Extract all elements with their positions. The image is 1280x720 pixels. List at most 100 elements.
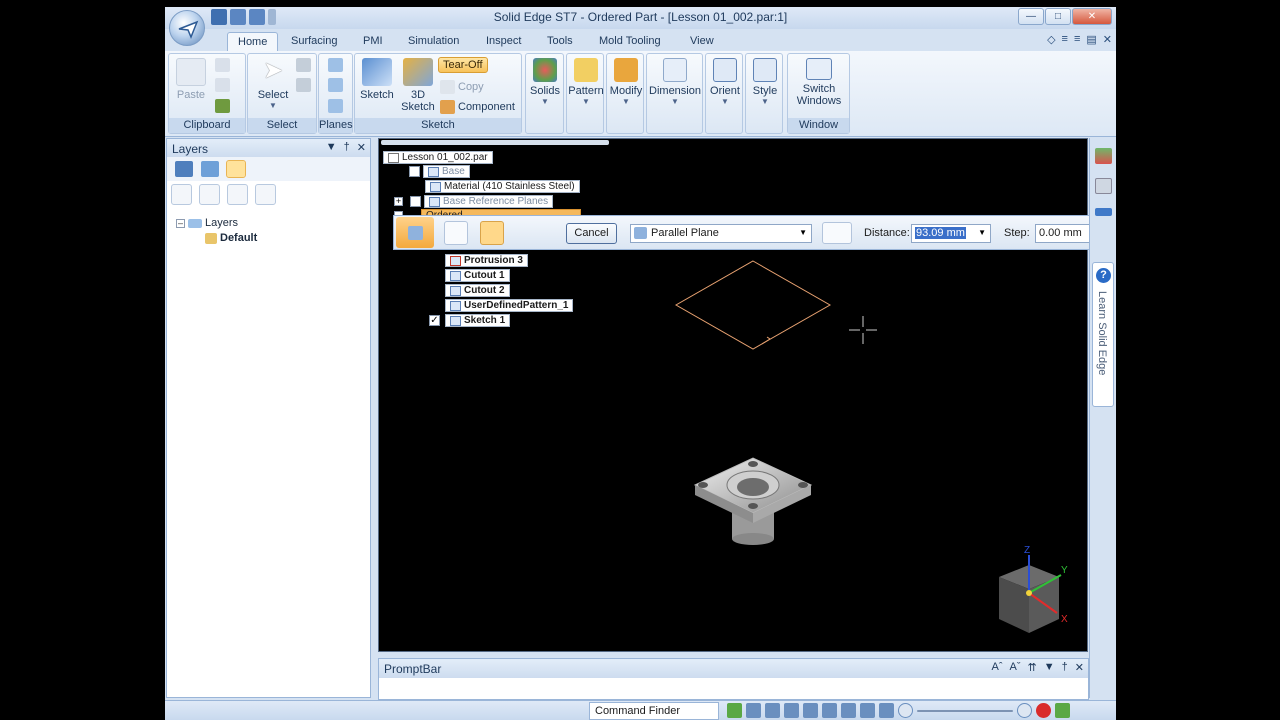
pathfinder-base-reference-planes[interactable]: + Base Reference Planes	[394, 195, 554, 208]
orientation-button[interactable]	[822, 222, 852, 244]
application-button[interactable]	[169, 10, 205, 46]
pathfinder-sketch[interactable]: ✓ Sketch 1	[429, 314, 511, 327]
close-doc-icon[interactable]: ✕	[1103, 33, 1112, 46]
pathfinder-resize-handle[interactable]	[381, 140, 609, 145]
finish-step-button[interactable]	[536, 221, 560, 245]
minimize-button[interactable]: —	[1018, 8, 1044, 25]
font-increase-icon[interactable]: Aˆ	[992, 661, 1003, 674]
dimension-button[interactable]: Dimension ▼	[649, 56, 701, 106]
view-cube[interactable]: Z Y X	[987, 541, 1077, 636]
zoom-icon[interactable]	[765, 703, 780, 718]
list-alt-icon[interactable]: ≡	[1074, 33, 1080, 46]
tab-tools[interactable]: Tools	[537, 32, 583, 51]
maximize-button[interactable]: □	[1045, 8, 1071, 25]
shaded-icon[interactable]	[860, 703, 875, 718]
tab-simulation[interactable]: Simulation	[398, 32, 469, 51]
pathfinder-base[interactable]: Base	[409, 165, 470, 178]
redo-icon[interactable]	[249, 9, 265, 25]
list-icon[interactable]: ≡	[1062, 33, 1068, 46]
switch-windows-button[interactable]: Switch Windows	[791, 56, 847, 107]
layers-tab-icon[interactable]	[226, 160, 246, 178]
close-button[interactable]: ✕	[1072, 8, 1112, 25]
base-ref-checkbox[interactable]	[410, 196, 421, 207]
new-layer-icon[interactable]	[171, 184, 192, 205]
rotate-icon[interactable]	[822, 703, 837, 718]
plane-button[interactable]	[328, 58, 343, 72]
cancel-button[interactable]: Cancel	[566, 223, 617, 244]
copy-small-button[interactable]	[215, 78, 230, 92]
fit-icon[interactable]	[784, 703, 799, 718]
options-button[interactable]	[444, 221, 468, 245]
pathfinder-protrusion[interactable]: Protrusion 3	[445, 254, 528, 267]
pattern-button[interactable]: Pattern ▼	[568, 56, 604, 106]
prompt-pin-icon[interactable]: †	[1062, 661, 1068, 674]
display-icon[interactable]	[879, 703, 894, 718]
layers-tree-root[interactable]: – Layers	[176, 217, 238, 229]
cut-button[interactable]	[215, 58, 230, 72]
pan-icon[interactable]	[803, 703, 818, 718]
solids-button[interactable]: Solids ▼	[527, 56, 563, 106]
pin-icon[interactable]: †	[344, 141, 350, 154]
tab-surfacing[interactable]: Surfacing	[281, 32, 347, 51]
move-to-layer-icon[interactable]	[255, 184, 276, 205]
3d-sketch-button[interactable]: 3D Sketch	[399, 56, 437, 113]
pathfinder-cutout-1[interactable]: Cutout 1	[445, 269, 510, 282]
plane-axis-button[interactable]	[328, 99, 343, 113]
expand-icon[interactable]: +	[394, 197, 403, 206]
collapse-prompt-icon[interactable]: ⇈	[1028, 661, 1037, 674]
dock-tool-1-icon[interactable]	[1095, 148, 1112, 164]
sketch-button[interactable]: Sketch	[359, 56, 395, 101]
collapse-icon[interactable]: –	[176, 218, 185, 228]
hide-layer-icon[interactable]	[227, 184, 248, 205]
refresh-icon[interactable]	[727, 703, 742, 718]
tab-home[interactable]: Home	[227, 32, 279, 51]
distance-input[interactable]: 93.09 mm ▼	[911, 224, 991, 243]
undo-icon[interactable]	[230, 9, 246, 25]
view-orient-icon[interactable]	[841, 703, 856, 718]
pathfinder-cutout-2[interactable]: Cutout 2	[445, 284, 510, 297]
tab-pmi[interactable]: PMI	[353, 32, 393, 51]
help-diamond-icon[interactable]: ◇	[1047, 33, 1055, 46]
pathfinder-root[interactable]: Lesson 01_002.par	[383, 151, 493, 164]
plane-normal-button[interactable]	[328, 78, 343, 92]
select-tool-2-button[interactable]	[296, 78, 311, 92]
layers-tree-default[interactable]: Default	[205, 232, 257, 244]
show-layer-icon[interactable]	[199, 184, 220, 205]
filter-button[interactable]	[296, 58, 311, 72]
orient-button[interactable]: Orient ▼	[707, 56, 743, 106]
dock-tool-3-icon[interactable]	[1095, 208, 1112, 216]
dock-tool-2-icon[interactable]	[1095, 178, 1112, 194]
font-decrease-icon[interactable]: Aˇ	[1010, 661, 1021, 674]
zoom-area-icon[interactable]	[746, 703, 761, 718]
tear-off-button[interactable]: Tear-Off	[438, 57, 488, 73]
tab-view[interactable]: View	[680, 32, 724, 51]
pane-menu-icon[interactable]: ▼	[326, 141, 337, 154]
prompt-menu-icon[interactable]: ▼	[1044, 661, 1055, 674]
command-bar-handle[interactable]	[396, 217, 434, 248]
style-button[interactable]: Style ▼	[747, 56, 783, 106]
save-icon[interactable]	[211, 9, 227, 25]
sketch-checkbox[interactable]: ✓	[429, 315, 440, 326]
restore-doc-icon[interactable]: ▤	[1086, 33, 1096, 46]
modify-button[interactable]: Modify ▼	[608, 56, 644, 106]
paste-button[interactable]: Paste	[175, 56, 207, 101]
pathfinder-tab-icon[interactable]	[175, 161, 193, 177]
customize-qat-icon[interactable]	[268, 9, 276, 25]
pathfinder-pattern[interactable]: UserDefinedPattern_1	[445, 299, 574, 312]
format-painter-button[interactable]	[215, 99, 230, 113]
extent-step-button[interactable]	[508, 221, 532, 245]
features-tab-icon[interactable]	[201, 161, 219, 177]
tab-mold-tooling[interactable]: Mold Tooling	[589, 32, 671, 51]
plane-step-button[interactable]	[480, 221, 504, 245]
upload-icon[interactable]	[1055, 703, 1070, 718]
learn-solid-edge-tab[interactable]: ? Learn Solid Edge	[1092, 262, 1114, 407]
tab-inspect[interactable]: Inspect	[476, 32, 531, 51]
select-button[interactable]: ➤ Select ▼	[256, 56, 290, 111]
command-finder-input[interactable]: Command Finder	[589, 702, 719, 720]
component-button[interactable]: Component	[440, 100, 515, 114]
zoom-slider[interactable]	[917, 710, 1013, 712]
zoom-out-icon[interactable]	[898, 703, 913, 718]
pane-close-icon[interactable]: ✕	[357, 141, 366, 154]
plane-type-select[interactable]: Parallel Plane ▼	[630, 224, 812, 243]
zoom-in-icon[interactable]	[1017, 703, 1032, 718]
